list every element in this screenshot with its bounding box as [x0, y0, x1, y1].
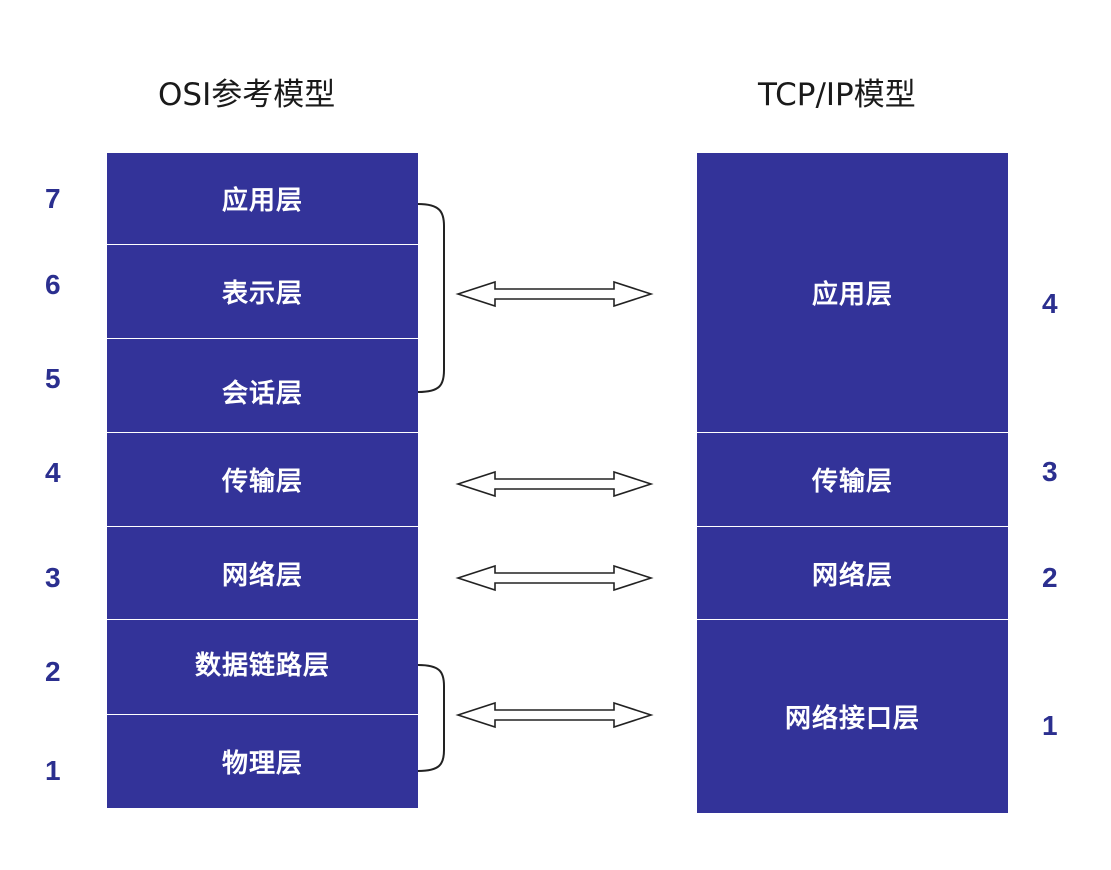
tcpip-layer-transport: 传输层: [697, 433, 1008, 527]
osi-layer-session: 会话层: [107, 339, 418, 433]
osi-layer-label: 表示层: [221, 279, 303, 309]
osi-model-title: OSI参考模型: [158, 77, 336, 113]
tcpip-layer-internet: 网络层: [697, 527, 1008, 620]
tcpip-layer-network-interface: 网络接口层: [697, 620, 1008, 813]
tcpip-layer-application: 应用层: [697, 153, 1008, 433]
osi-layer-data-link: 数据链路层: [107, 620, 418, 715]
osi-layer-physical: 物理层: [107, 715, 418, 808]
osi-layer-label: 应用层: [221, 186, 303, 216]
double-arrow-network-interface: [455, 701, 654, 729]
tcpip-layer-label: 应用层: [811, 280, 893, 310]
osi-layer-number: 7: [45, 183, 61, 214]
osi-layer-label: 传输层: [221, 467, 303, 497]
double-arrow-transport: [455, 470, 654, 498]
osi-layer-label: 物理层: [221, 749, 303, 779]
osi-layer-number: 3: [45, 562, 61, 593]
double-arrow-network: [455, 564, 654, 592]
double-arrow-application: [455, 280, 654, 308]
tcpip-layer-label: 网络接口层: [784, 704, 920, 734]
osi-layer-presentation: 表示层: [107, 245, 418, 339]
tcpip-layer-number: 4: [1042, 288, 1058, 319]
bracket-lower: [417, 664, 445, 772]
bracket-upper: [417, 203, 445, 393]
osi-layer-number: 2: [45, 656, 61, 687]
tcpip-model-title: TCP/IP模型: [758, 77, 916, 113]
tcpip-layer-number: 3: [1042, 456, 1058, 487]
osi-layer-label: 网络层: [221, 560, 303, 591]
osi-layer-network: 网络层: [107, 527, 418, 620]
tcpip-layer-number: 2: [1042, 562, 1058, 593]
tcpip-layer-label: 网络层: [811, 560, 893, 591]
osi-layer-label: 会话层: [221, 379, 303, 409]
osi-layer-number: 4: [45, 457, 61, 488]
osi-layer-label: 数据链路层: [194, 650, 330, 681]
tcpip-layer-label: 传输层: [811, 467, 893, 497]
osi-layer-transport: 传输层: [107, 433, 418, 527]
tcpip-layer-number: 1: [1042, 710, 1058, 741]
osi-layer-number: 5: [45, 363, 61, 394]
osi-layer-number: 1: [45, 755, 61, 786]
osi-layer-number: 6: [45, 269, 61, 300]
osi-layer-application: 应用层: [107, 153, 418, 245]
